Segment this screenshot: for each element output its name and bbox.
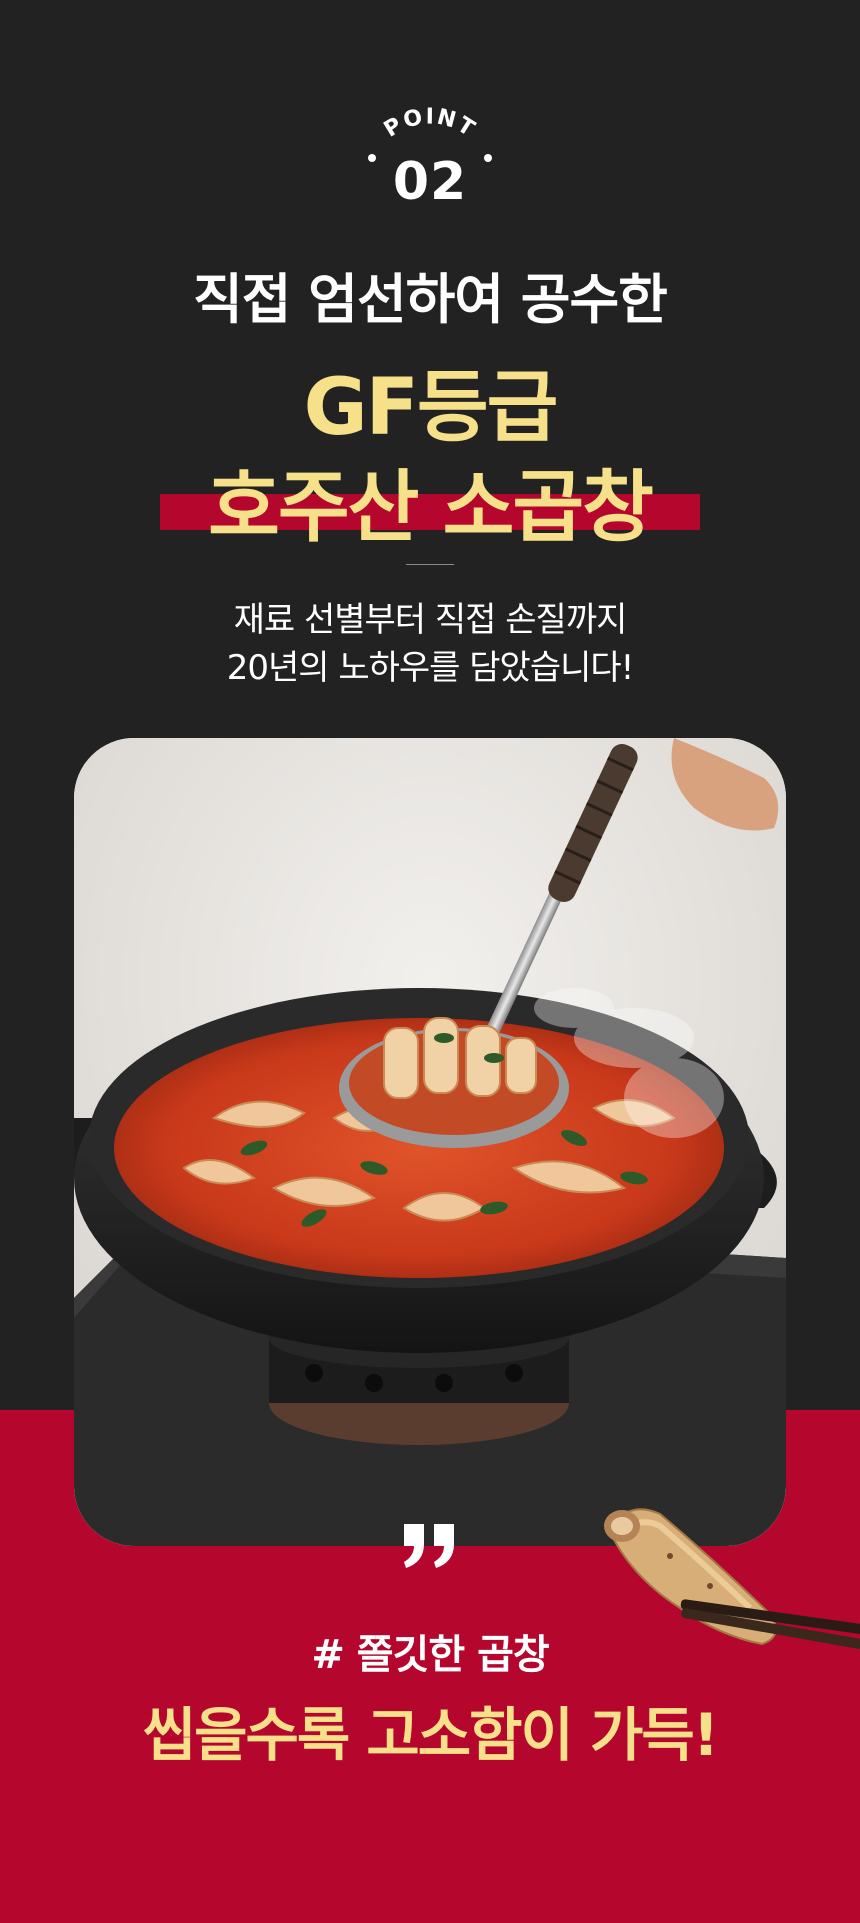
svg-text:POINT: POINT — [380, 104, 480, 142]
description-line-1: 재료 선별부터 직접 손질까지 — [233, 600, 628, 640]
point-badge: POINT 02 — [330, 100, 530, 220]
headline-product: 호주산 소곱창 — [208, 463, 654, 553]
gopchang-stew-illustration — [74, 738, 786, 1546]
hashtag-text: # 쫄깃한 곱창 — [311, 1632, 549, 1678]
badge-label: POINT — [380, 104, 478, 142]
section-divider — [406, 564, 454, 565]
product-photo — [74, 738, 786, 1546]
headline-grade: GF등급 — [303, 363, 559, 453]
slogan-text: 씹을수록 고소함이 가득! — [142, 1701, 719, 1769]
headline-intro: 직접 엄선하여 공수한 — [193, 268, 668, 331]
closing-quote-icon — [400, 1520, 460, 1570]
badge-number: 02 — [392, 152, 468, 212]
description-line-2: 20년의 노하우를 담았습니다! — [226, 648, 635, 688]
